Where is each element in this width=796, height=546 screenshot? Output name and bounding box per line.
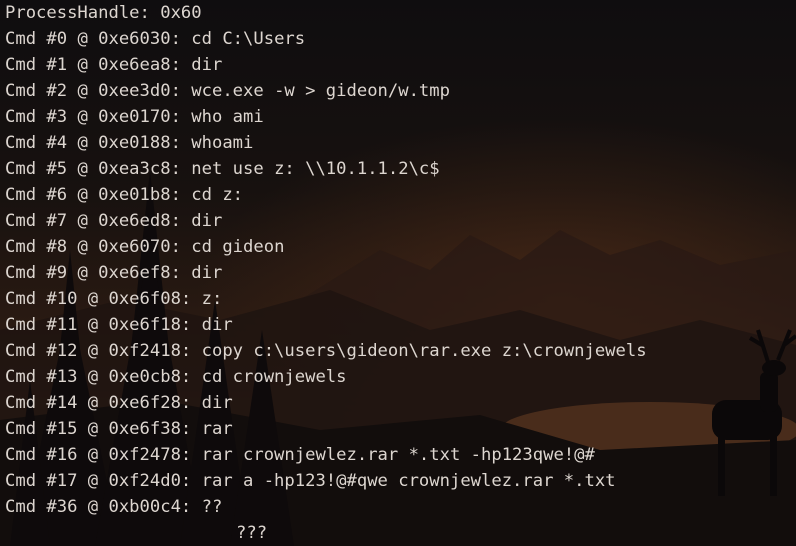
- terminal-window[interactable]: ProcessHandle: 0x60 Cmd #0 @ 0xe6030: cd…: [0, 0, 796, 546]
- cmd-address: 0xf2418: [108, 341, 181, 361]
- cmd-line: Cmd #16 @ 0xf2478: rar crownjewlez.rar *…: [5, 445, 595, 465]
- cmd-label: Cmd #2: [5, 81, 68, 101]
- cmd-label: Cmd #0: [5, 29, 68, 49]
- cmd-line: Cmd #11 @ 0xe6f18: dir: [5, 315, 233, 335]
- cmd-address: 0xe6070: [98, 237, 171, 257]
- cmd-label: Cmd #36: [5, 497, 78, 517]
- cmd-line: Cmd #10 @ 0xe6f08: z:: [5, 289, 223, 309]
- cmd-label: Cmd #10: [5, 289, 78, 309]
- cmd-line: Cmd #6 @ 0xe01b8: cd z:: [5, 185, 244, 205]
- cmd-address: 0xe6ea8: [98, 55, 171, 75]
- cmd-line: Cmd #1 @ 0xe6ea8: dir: [5, 55, 223, 75]
- cmd-address: 0xb00c4: [108, 497, 181, 517]
- cmd-text: cd C:\Users: [191, 29, 306, 49]
- cmd-line: Cmd #8 @ 0xe6070: cd gideon: [5, 237, 285, 257]
- cmd-address: 0xe6f38: [108, 419, 181, 439]
- cmd-address: 0xf24d0: [108, 471, 181, 491]
- cmd-text: dir: [191, 263, 223, 283]
- cmd-line: Cmd #3 @ 0xe0170: who ami: [5, 107, 264, 127]
- cmd-address: 0xe6ed8: [98, 211, 171, 231]
- cmd-label: Cmd #15: [5, 419, 78, 439]
- cmd-label: Cmd #11: [5, 315, 78, 335]
- cmd-address: 0xe0cb8: [108, 367, 181, 387]
- cmd-address: 0xe6030: [98, 29, 171, 49]
- cmd-text: dir: [191, 55, 223, 75]
- cmd-line: Cmd #17 @ 0xf24d0: rar a -hp123!@#qwe cr…: [5, 471, 616, 491]
- command-history-output: ProcessHandle: 0x60 Cmd #0 @ 0xe6030: cd…: [5, 0, 647, 520]
- cmd-text: cd crownjewels: [201, 367, 347, 387]
- cmd-text: z:: [201, 289, 223, 309]
- cmd-label: Cmd #13: [5, 367, 78, 387]
- cmd-address: 0xe6ef8: [98, 263, 171, 283]
- cmd-line: Cmd #5 @ 0xea3c8: net use z: \\10.1.1.2\…: [5, 159, 440, 179]
- cmd-text: copy c:\users\gideon\rar.exe z:\crownjew…: [201, 341, 647, 361]
- cmd-address: 0xf2478: [108, 445, 181, 465]
- cmd-line: Cmd #12 @ 0xf2418: copy c:\users\gideon\…: [5, 341, 647, 361]
- cmd-label: Cmd #16: [5, 445, 78, 465]
- cmd-address: 0xe6f08: [108, 289, 181, 309]
- cmd-label: Cmd #8: [5, 237, 68, 257]
- cmd-address: 0xe6f28: [108, 393, 181, 413]
- trailing-output-text: ???: [236, 523, 268, 543]
- cmd-address: 0xe6f18: [108, 315, 181, 335]
- cmd-address: 0xee3d0: [98, 81, 171, 101]
- cmd-text: ??: [201, 497, 223, 517]
- cmd-text: whoami: [191, 133, 254, 153]
- cmd-label: Cmd #9: [5, 263, 68, 283]
- cmd-text: cd z:: [191, 185, 244, 205]
- cmd-text: dir: [201, 393, 233, 413]
- cmd-line: Cmd #4 @ 0xe0188: whoami: [5, 133, 254, 153]
- cmd-line: Cmd #14 @ 0xe6f28: dir: [5, 393, 233, 413]
- cmd-label: Cmd #5: [5, 159, 68, 179]
- cmd-line: Cmd #36 @ 0xb00c4: ??: [5, 497, 223, 517]
- cmd-text: net use z: \\10.1.1.2\c$: [191, 159, 440, 179]
- cmd-address: 0xe01b8: [98, 185, 171, 205]
- cmd-label: Cmd #12: [5, 341, 78, 361]
- cmd-label: Cmd #7: [5, 211, 68, 231]
- cmd-label: Cmd #6: [5, 185, 68, 205]
- cmd-line: Cmd #9 @ 0xe6ef8: dir: [5, 263, 223, 283]
- cmd-text: rar crownjewlez.rar *.txt -hp123qwe!@#: [201, 445, 595, 465]
- cmd-address: 0xea3c8: [98, 159, 171, 179]
- cmd-line: Cmd #13 @ 0xe0cb8: cd crownjewels: [5, 367, 347, 387]
- cmd-line: Cmd #15 @ 0xe6f38: rar: [5, 419, 233, 439]
- cmd-text: dir: [201, 315, 233, 335]
- cmd-label: Cmd #14: [5, 393, 78, 413]
- cmd-address: 0xe0170: [98, 107, 171, 127]
- cmd-text: wce.exe -w > gideon/w.tmp: [191, 81, 450, 101]
- cmd-label: Cmd #4: [5, 133, 68, 153]
- cmd-address: 0xe0188: [98, 133, 171, 153]
- cmd-line: Cmd #0 @ 0xe6030: cd C:\Users: [5, 29, 306, 49]
- cmd-text: dir: [191, 211, 223, 231]
- cmd-text: who ami: [191, 107, 264, 127]
- cmd-text: rar a -hp123!@#qwe crownjewlez.rar *.txt: [201, 471, 616, 491]
- cmd-text: rar: [201, 419, 233, 439]
- cmd-line: Cmd #7 @ 0xe6ed8: dir: [5, 211, 223, 231]
- cmd-text: cd gideon: [191, 237, 285, 257]
- cmd-label: Cmd #3: [5, 107, 68, 127]
- cmd-label: Cmd #1: [5, 55, 68, 75]
- cmd-line: Cmd #2 @ 0xee3d0: wce.exe -w > gideon/w.…: [5, 81, 450, 101]
- process-handle-line: ProcessHandle: 0x60: [5, 0, 647, 26]
- cmd-label: Cmd #17: [5, 471, 78, 491]
- process-handle-text: ProcessHandle: 0x60: [5, 3, 202, 23]
